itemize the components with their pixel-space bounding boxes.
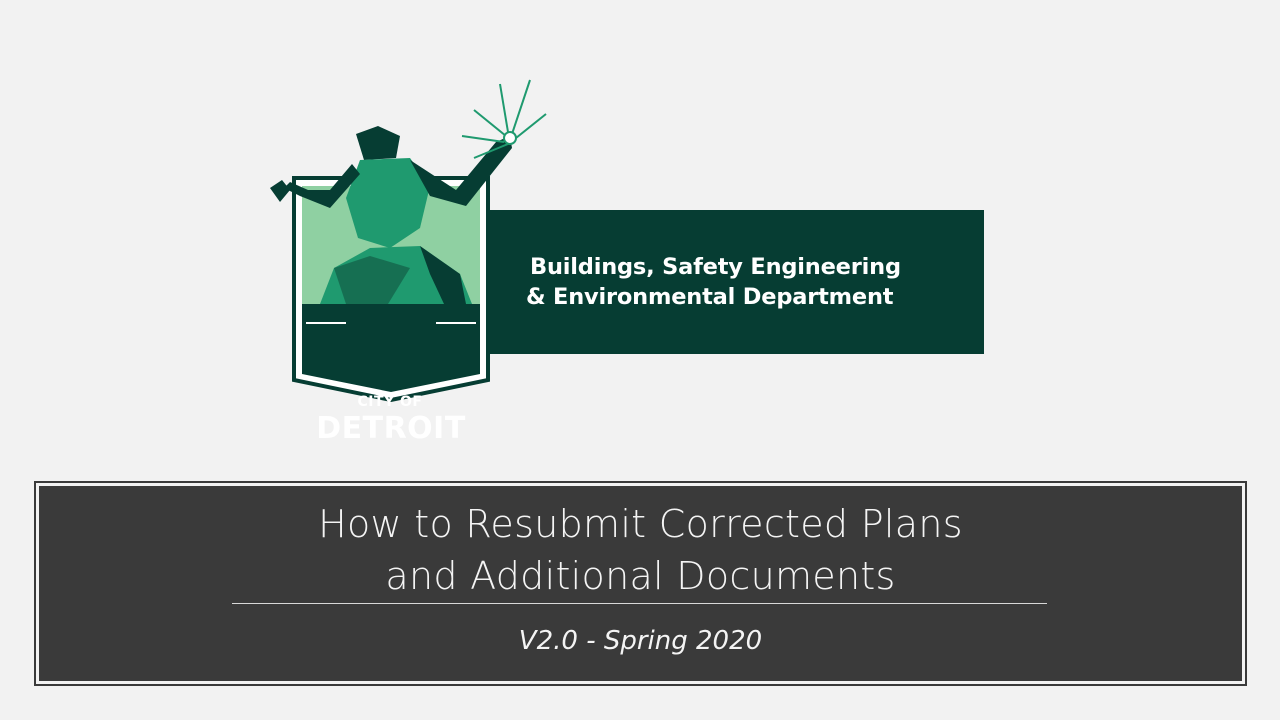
- title-line2: and Additional Documents: [385, 554, 896, 598]
- crest-detroit-text: DETROIT: [316, 411, 466, 446]
- title-panel-inner: How to Resubmit Corrected Plans and Addi…: [39, 486, 1242, 681]
- version-subtitle: V2.0 - Spring 2020: [518, 626, 763, 656]
- title-line1: How to Resubmit Corrected Plans: [318, 502, 963, 546]
- title-divider: [232, 603, 1047, 604]
- department-banner: Buildings, Safety Engineering & Environm…: [488, 210, 984, 354]
- title-panel: How to Resubmit Corrected Plans and Addi…: [34, 481, 1247, 686]
- department-name-line2: & Environmental Department: [526, 284, 894, 310]
- crest-city-of-text: CITY OF: [357, 394, 423, 410]
- department-name-line1: Buildings, Safety Engineering: [530, 254, 901, 280]
